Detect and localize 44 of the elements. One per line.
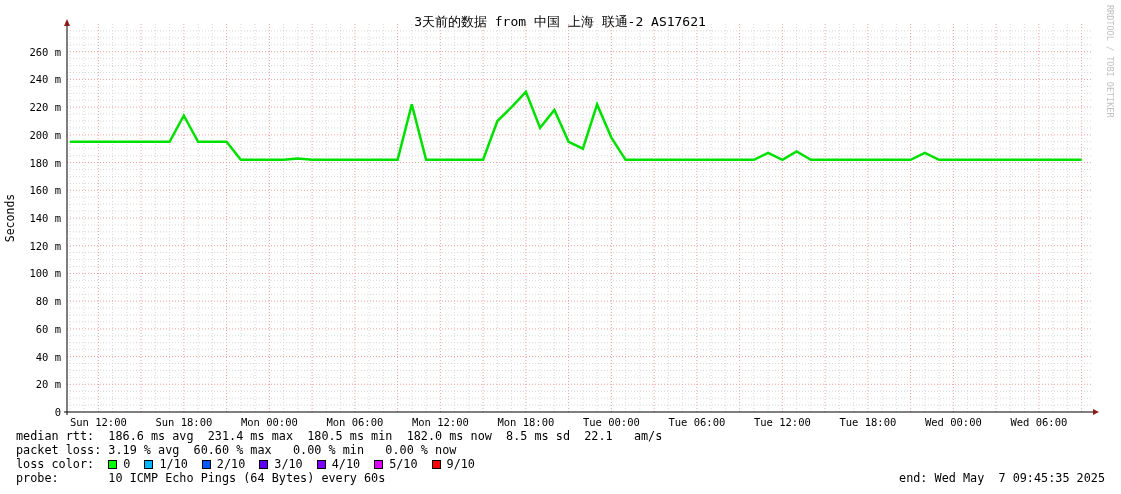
axis-label: 120 m <box>29 239 61 252</box>
axis-label: 200 m <box>29 128 61 141</box>
axis-label: Sun 12:00 <box>69 416 127 428</box>
stat-values: 3.19 % avg 60.60 % max 0.00 % min 0.00 % now <box>108 443 457 457</box>
axis-label: 140 m <box>29 212 61 224</box>
axis-label: 240 m <box>29 73 61 86</box>
legend-label: 1/10 <box>159 457 188 471</box>
legend-title: loss color: <box>16 457 96 471</box>
legend-label: 5/10 <box>389 457 418 471</box>
credit-text: RRDTOOL / TOBI OETIKER <box>1105 5 1115 118</box>
axis-label: Mon 00:00 <box>240 416 298 428</box>
axis-label: Mon 18:00 <box>497 416 555 428</box>
probe-label: probe: <box>16 471 60 485</box>
axis-label: 20 m <box>35 378 61 391</box>
axis-label: Wed 06:00 <box>1010 416 1068 428</box>
stat-label: median rtt: <box>16 429 96 443</box>
stat-values: 186.6 ms avg 231.4 ms max 180.5 ms min 182.0 ms now 8.5 ms sd 22.1 am/s <box>108 429 663 443</box>
axis-label: 180 m <box>29 156 61 169</box>
axis-label: 100 m <box>29 267 61 280</box>
axis-label: 220 m <box>29 101 61 114</box>
legend-label: 3/10 <box>274 457 303 471</box>
axis-label: Mon 12:00 <box>411 416 469 428</box>
axis-label: Tue 00:00 <box>582 416 640 428</box>
legend-label: 0 <box>123 457 131 471</box>
legend-label: 2/10 <box>216 457 246 471</box>
axis-label: 80 m <box>35 295 61 308</box>
probe-text: 10 ICMP Echo Pings (64 Bytes) every 60s <box>108 471 386 485</box>
axis-label: Tue 18:00 <box>839 416 897 428</box>
axis-label: 260 m <box>29 45 61 58</box>
axis-label: 160 m <box>29 184 61 197</box>
axis-label: Mon 06:00 <box>326 416 384 428</box>
stat-label: packet loss: <box>16 443 103 457</box>
axis-label: 40 m <box>35 350 61 363</box>
axis-label: Sun 18:00 <box>155 416 213 428</box>
legend-label: 9/10 <box>446 457 475 471</box>
end-time: end: Wed May 7 09:45:35 2025 <box>899 471 1106 485</box>
axis-label: 60 m <box>35 322 61 335</box>
axis-label: 0 <box>54 406 61 418</box>
chart-title: 3天前的数据 from 中国 上海 联通-2 AS17621 <box>414 14 706 29</box>
axis-title: Seconds <box>3 193 17 243</box>
legend-label: 4/10 <box>331 457 361 471</box>
axis-label: Tue 06:00 <box>668 416 726 428</box>
axis-label: Tue 12:00 <box>753 416 811 428</box>
axis-label: Wed 00:00 <box>924 416 982 428</box>
